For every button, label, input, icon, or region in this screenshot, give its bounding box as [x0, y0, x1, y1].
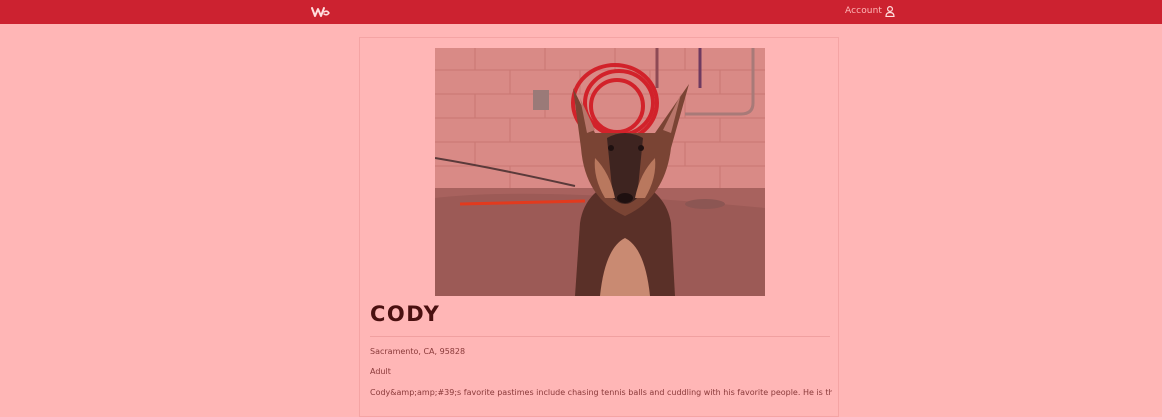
pet-description: Cody&amp;amp;#39;s favorite pastimes inc…	[370, 388, 832, 397]
pet-age: Adult	[370, 367, 391, 376]
pet-location: Sacramento, CA, 95828	[370, 347, 466, 356]
divider	[370, 336, 830, 337]
pet-card: CODY Sacramento, CA, 95828 Adult Cody&am…	[359, 37, 839, 417]
brand-logo-icon[interactable]	[311, 4, 331, 20]
user-icon	[885, 5, 895, 17]
navbar: Account	[0, 0, 1162, 24]
pet-name: CODY	[370, 302, 441, 326]
pet-photo	[435, 48, 765, 296]
account-label: Account	[845, 6, 883, 16]
account-link[interactable]: Account	[845, 3, 895, 19]
